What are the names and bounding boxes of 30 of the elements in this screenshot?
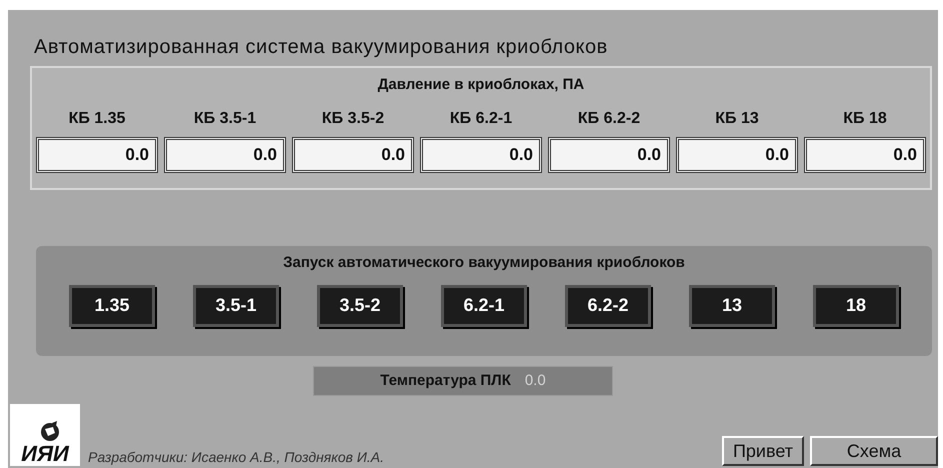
launch-button[interactable]: 3.5-2 — [317, 284, 403, 326]
block-label: КБ 13 — [715, 108, 759, 128]
launch-button[interactable]: 13 — [689, 284, 775, 326]
pressure-field: 0.0 — [36, 136, 158, 172]
panel-heading: Запуск автоматического вакуумирования криоблоков — [283, 253, 685, 273]
pressure-field: 0.0 — [420, 136, 542, 172]
block-label: КБ 3.5-2 — [322, 108, 384, 128]
pressure-field: 0.0 — [164, 136, 286, 172]
pressure-field: 0.0 — [548, 136, 670, 172]
block-label: КБ 6.2-1 — [450, 108, 512, 128]
window-title: Автоматизированная система вакуумирования криоблоков — [34, 35, 609, 60]
block-label: КБ 6.2-2 — [578, 108, 640, 128]
launch-button[interactable]: 6.2-2 — [565, 284, 651, 326]
panel-heading: Давление в криоблоках, ПА — [378, 75, 584, 95]
developers-text: Разработчики: Исаенко А.В., Поздняков И.А. — [88, 448, 384, 467]
hello-button[interactable]: Привет — [722, 436, 804, 466]
block-label: КБ 1.35 — [68, 108, 126, 128]
pressure-field: 0.0 — [676, 136, 798, 172]
launch-button[interactable]: 1.35 — [69, 284, 155, 326]
pressure-field: 0.0 — [804, 136, 926, 172]
pressure-field: 0.0 — [292, 136, 414, 172]
block-label: КБ 3.5-1 — [194, 108, 256, 128]
diagram-button[interactable]: Схема — [810, 436, 938, 466]
launch-button[interactable]: 6.2-1 — [441, 284, 527, 326]
launch-button[interactable]: 3.5-1 — [193, 284, 279, 326]
block-label: КБ 18 — [843, 108, 887, 128]
temperature-value: 0.0 — [524, 370, 546, 391]
launch-button[interactable]: 18 — [813, 284, 899, 326]
temperature-label: Температура ПЛК — [380, 370, 511, 391]
logo-text: ИЯИ — [21, 443, 69, 465]
